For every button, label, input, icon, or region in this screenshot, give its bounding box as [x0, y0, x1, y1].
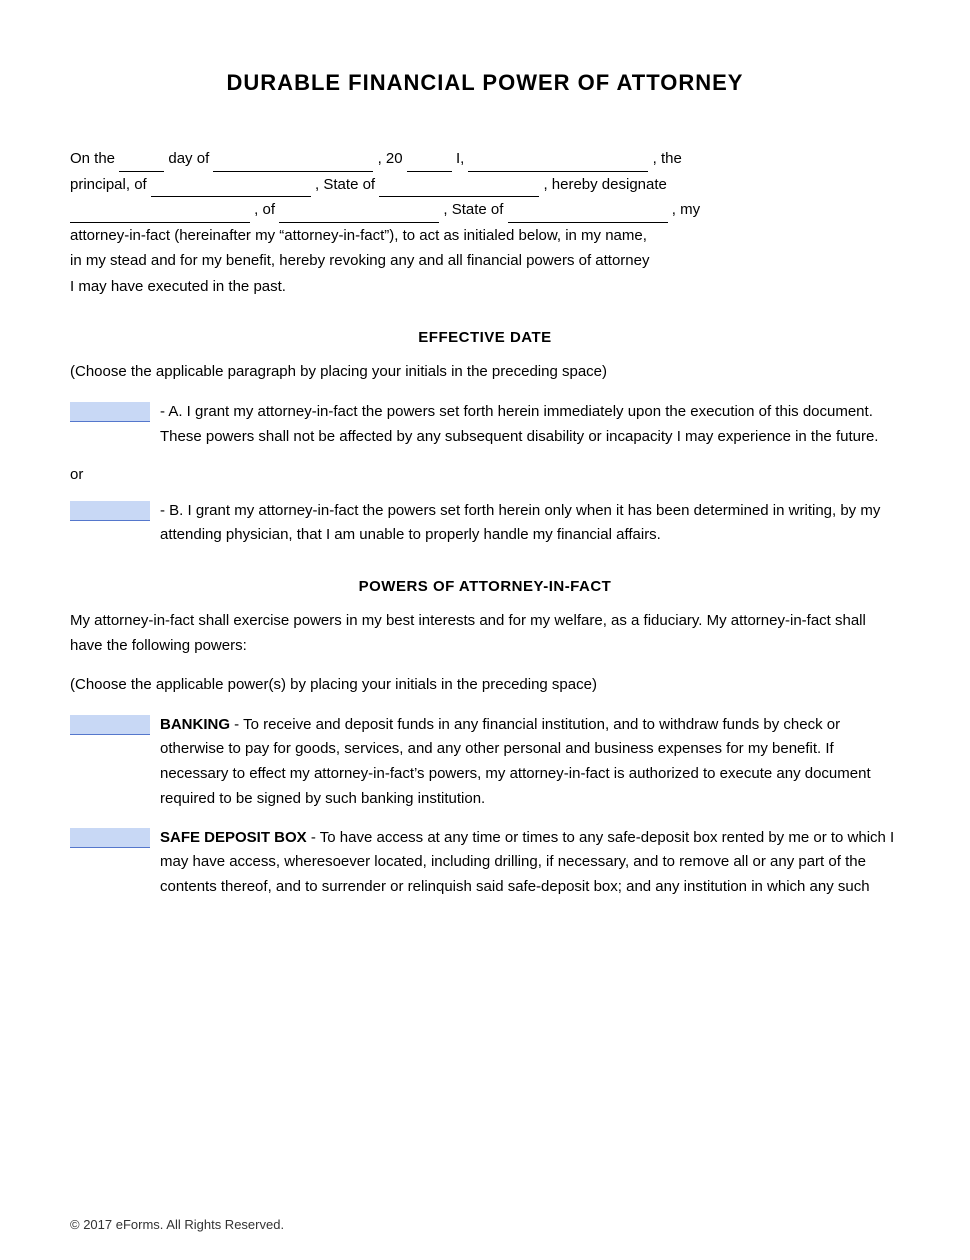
footer: © 2017 eForms. All Rights Reserved. [70, 1217, 284, 1232]
option-b-initials-field[interactable] [70, 501, 150, 521]
month-field[interactable] [213, 154, 373, 172]
option-b-text: - B. I grant my attorney-in-fact the pow… [160, 499, 900, 549]
banking-block: BANKING - To receive and deposit funds i… [70, 713, 900, 812]
effective-date-heading: EFFECTIVE DATE [70, 329, 900, 346]
i-label: I, [456, 150, 469, 167]
or-separator: or [70, 466, 900, 483]
copyright-text: © 2017 eForms. All Rights Reserved. [70, 1217, 284, 1232]
option-a-text: - A. I grant my attorney-in-fact the pow… [160, 400, 900, 450]
powers-heading: POWERS OF ATTORNEY-IN-FACT [70, 578, 900, 595]
principal-of-label: principal, of [70, 176, 151, 193]
document-title: DURABLE FINANCIAL POWER OF ATTORNEY [70, 70, 900, 96]
option-a-block: - A. I grant my attorney-in-fact the pow… [70, 400, 900, 450]
document-page: DURABLE FINANCIAL POWER OF ATTORNEY On t… [0, 0, 970, 1260]
principal-name-field[interactable] [468, 154, 648, 172]
safe-deposit-label: SAFE DEPOSIT BOX [160, 829, 307, 846]
banking-text: BANKING - To receive and deposit funds i… [160, 713, 900, 812]
safe-deposit-block: SAFE DEPOSIT BOX - To have access at any… [70, 826, 900, 900]
intro-line4: attorney-in-fact (hereinafter my “attorn… [70, 227, 647, 244]
of-label: , of [254, 201, 279, 218]
intro-block: On the day of , 20 I, , the principal, o… [70, 146, 900, 299]
intro-line5: in my stead and for my benefit, hereby r… [70, 252, 650, 269]
intro-line6: I may have executed in the past. [70, 278, 286, 295]
safe-deposit-text: SAFE DEPOSIT BOX - To have access at any… [160, 826, 900, 900]
principal-state-field[interactable] [379, 179, 539, 197]
powers-intro: My attorney-in-fact shall exercise power… [70, 609, 900, 659]
attorney-name-field[interactable] [70, 205, 250, 223]
day-field[interactable] [119, 154, 164, 172]
attorney-state-field[interactable] [508, 205, 668, 223]
effective-date-choose-note: (Choose the applicable paragraph by plac… [70, 360, 900, 384]
banking-body: - To receive and deposit funds in any fi… [160, 716, 871, 807]
powers-choose-note: (Choose the applicable power(s) by placi… [70, 673, 900, 697]
the-label: , the [653, 150, 682, 167]
option-b-block: - B. I grant my attorney-in-fact the pow… [70, 499, 900, 549]
state-of-label: , State of [315, 176, 379, 193]
banking-initials-field[interactable] [70, 715, 150, 735]
attorney-address-field[interactable] [279, 205, 439, 223]
banking-label: BANKING [160, 716, 230, 733]
year-pre-label: , 20 [378, 150, 403, 167]
principal-address-field[interactable] [151, 179, 311, 197]
safe-deposit-initials-field[interactable] [70, 828, 150, 848]
my-label: , my [672, 201, 700, 218]
option-a-initials-field[interactable] [70, 402, 150, 422]
state-of2-label: , State of [443, 201, 507, 218]
year-field[interactable] [407, 154, 452, 172]
day-of-label: day of [168, 150, 213, 167]
hereby-label: , hereby designate [543, 176, 666, 193]
on-the-label: On the [70, 150, 115, 167]
